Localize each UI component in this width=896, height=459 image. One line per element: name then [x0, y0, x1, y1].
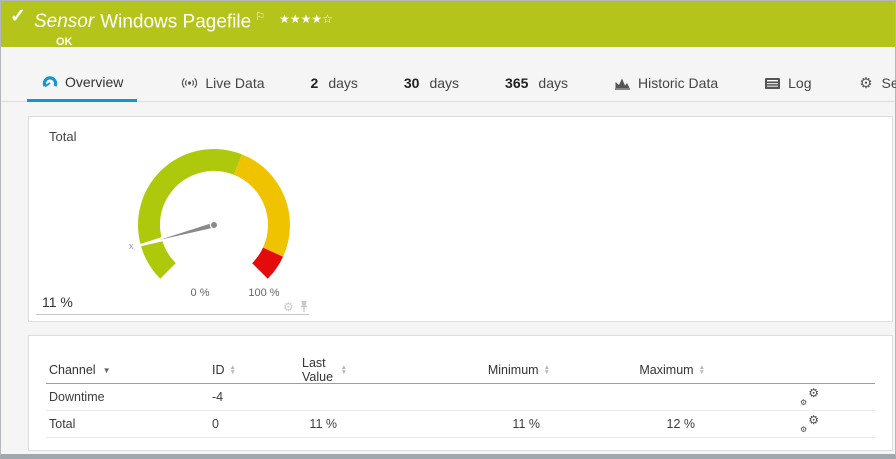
- sensor-title: Sensor Windows Pagefile ⚐ ★★★★☆: [34, 6, 885, 33]
- tab-label: days: [429, 75, 459, 91]
- tab-label: days: [328, 75, 358, 91]
- gauge-arc-warning: [238, 165, 279, 253]
- area-chart-icon: [614, 75, 631, 91]
- tab-bar: Overview Live Data 2 days 30 days 365 da…: [1, 47, 895, 102]
- col-label: Minimum: [488, 363, 539, 377]
- gauge-tab-icon: [41, 74, 58, 90]
- gear-icon: ⚙: [857, 75, 874, 91]
- channel-id: -4: [209, 390, 299, 404]
- pin-icon[interactable]: [299, 300, 309, 313]
- total-gauge: [64, 145, 354, 305]
- gauge-current-value: 11 %: [42, 294, 73, 310]
- tab-live-data[interactable]: Live Data: [179, 75, 266, 102]
- channel-maximum: 12 %: [554, 417, 709, 431]
- gauge-title: Total: [49, 129, 76, 144]
- tab-historic-data[interactable]: Historic Data: [612, 75, 720, 102]
- channel-minimum: 11 %: [351, 417, 554, 431]
- log-list-icon: [764, 75, 781, 91]
- gauge-arc-error: [260, 252, 273, 271]
- gauge-arc-ok: [149, 160, 238, 271]
- sort-icon: ▲▼: [699, 365, 705, 375]
- tab-label: Overview: [65, 74, 123, 90]
- table-row-downtime[interactable]: Downtime -4 ⚙⚙: [46, 384, 875, 411]
- gauge-value-marker: x: [129, 241, 134, 251]
- tab-number: 365: [505, 75, 528, 91]
- stars-filled: ★★★★: [279, 12, 322, 26]
- table-header-row: Channel ▼ ID ▲▼ Last Value ▲▼ Minimum ▲▼…: [46, 356, 875, 384]
- overview-content: Total x 0 % 100 % 11 % ⚙ Channel ▼: [1, 102, 895, 451]
- channel-name[interactable]: Total: [46, 417, 209, 431]
- channel-table: Channel ▼ ID ▲▼ Last Value ▲▼ Minimum ▲▼…: [29, 336, 892, 438]
- col-label: Channel: [49, 363, 96, 377]
- col-label: ID: [212, 363, 225, 377]
- sort-icon: ▲▼: [230, 365, 236, 375]
- channel-settings-gears-icon[interactable]: ⚙⚙: [801, 390, 819, 405]
- broadcast-icon: [181, 75, 198, 91]
- tab-365-days[interactable]: 365 days: [503, 75, 570, 102]
- tab-number: 30: [404, 75, 420, 91]
- status-badge: OK: [34, 36, 885, 48]
- channel-last-value: 11 %: [299, 417, 351, 431]
- channel-name[interactable]: Downtime: [46, 390, 209, 404]
- sensor-title-prefix: Sensor: [34, 11, 94, 32]
- tab-settings[interactable]: ⚙ Settings: [855, 75, 896, 102]
- status-ok-check-icon: ✓: [10, 5, 26, 28]
- col-label: Maximum: [639, 363, 693, 377]
- star-empty: ☆: [322, 12, 333, 26]
- channel-id: 0: [209, 417, 299, 431]
- sort-icon: ▲▼: [544, 365, 550, 375]
- widget-underline: [36, 314, 309, 315]
- tab-overview[interactable]: Overview: [27, 74, 137, 102]
- sort-desc-icon: ▼: [103, 366, 111, 375]
- col-header-minimum[interactable]: Minimum ▲▼: [351, 363, 554, 377]
- sensor-name: Windows Pagefile: [100, 11, 251, 32]
- tab-label: days: [538, 75, 568, 91]
- tab-log[interactable]: Log: [762, 75, 813, 102]
- tab-label: Live Data: [205, 75, 264, 91]
- flag-icon[interactable]: ⚐: [255, 11, 265, 23]
- col-label: Last Value: [302, 356, 336, 384]
- priority-stars[interactable]: ★★★★☆: [279, 12, 333, 26]
- sensor-header: ✓ Sensor Windows Pagefile ⚐ ★★★★☆ OK: [1, 1, 895, 47]
- tab-number: 2: [311, 75, 319, 91]
- gauge-scale-min: 0 %: [180, 287, 220, 299]
- col-header-id[interactable]: ID ▲▼: [209, 363, 299, 377]
- gauge-panel: Total x 0 % 100 % 11 % ⚙: [28, 116, 893, 322]
- tab-label: Settings: [881, 75, 896, 91]
- widget-gear-icon[interactable]: ⚙: [283, 301, 294, 313]
- gauge-scale-max: 100 %: [244, 287, 284, 299]
- widget-tools: ⚙: [283, 300, 309, 313]
- tab-30-days[interactable]: 30 days: [402, 75, 461, 102]
- col-header-channel[interactable]: Channel ▼: [46, 363, 209, 377]
- tab-label: Historic Data: [638, 75, 718, 91]
- channel-settings-gears-icon[interactable]: ⚙⚙: [801, 417, 819, 432]
- table-row-total[interactable]: Total 0 11 % 11 % 12 % ⚙⚙: [46, 411, 875, 438]
- tab-2-days[interactable]: 2 days: [309, 75, 360, 102]
- channel-table-panel: Channel ▼ ID ▲▼ Last Value ▲▼ Minimum ▲▼…: [28, 335, 893, 451]
- sort-icon: ▲▼: [341, 365, 347, 375]
- col-header-last-value[interactable]: Last Value ▲▼: [299, 356, 351, 384]
- col-header-maximum[interactable]: Maximum ▲▼: [554, 363, 709, 377]
- tab-label: Log: [788, 75, 811, 91]
